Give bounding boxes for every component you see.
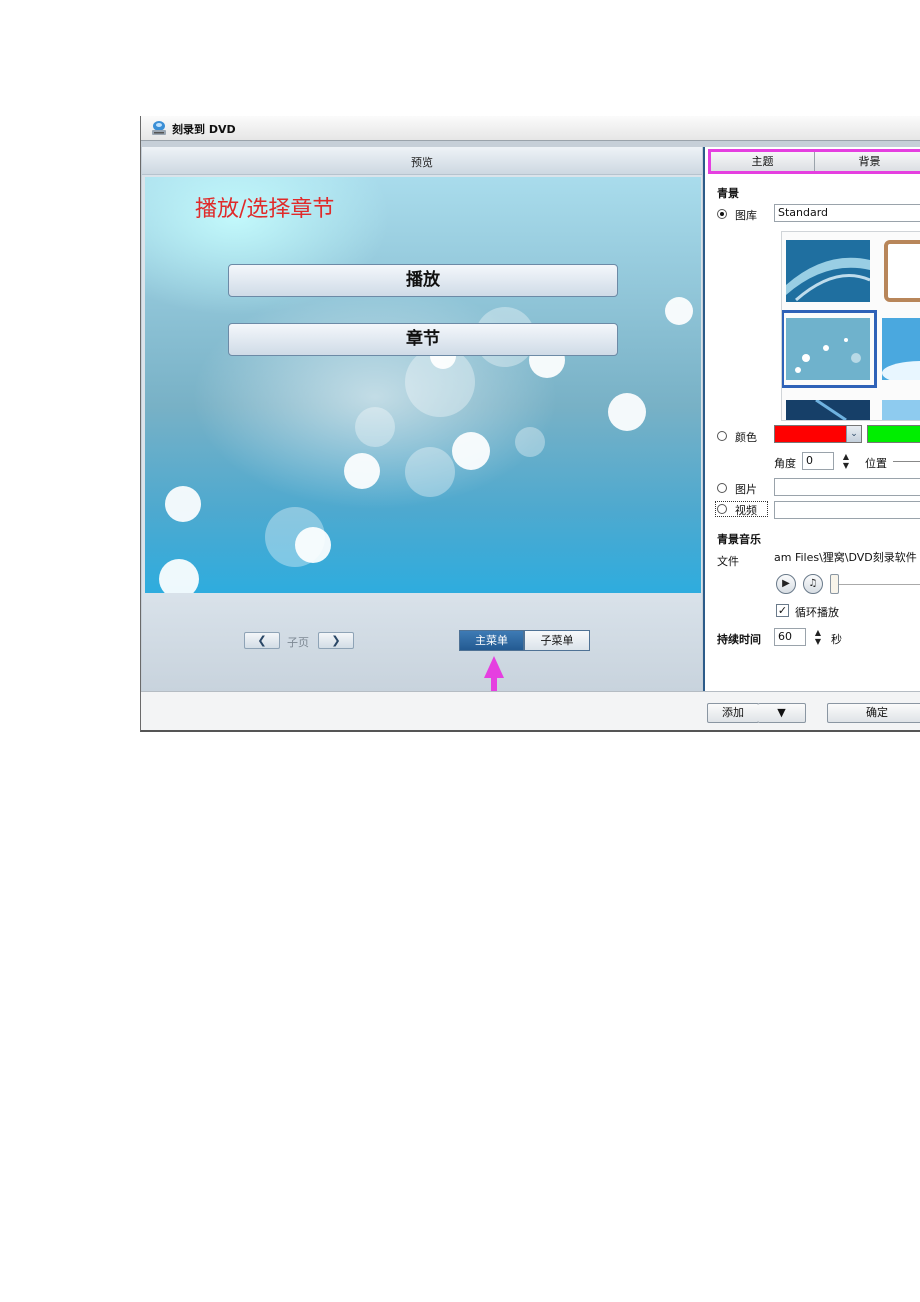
burner-icon <box>152 121 166 135</box>
tab-theme[interactable]: 主题 <box>711 152 814 171</box>
bokeh-decoration <box>295 527 331 563</box>
color-picker-2[interactable] <box>867 425 920 443</box>
settings-panel: 主题 背景 青景 图库 Standard 颜色 ⌄ 角度 0 ▲ ▼ 位置 图片… <box>703 147 920 691</box>
duration-label: 持续时间 <box>717 633 761 646</box>
subpage-label: 子页 <box>287 636 309 649</box>
position-label: 位置 <box>865 457 887 470</box>
bokeh-decoration <box>355 407 395 447</box>
image-path-input[interactable] <box>774 478 920 496</box>
play-music-button[interactable]: ▶ <box>776 574 796 594</box>
bokeh-decoration <box>344 453 380 489</box>
loop-label: 循环播放 <box>795 606 839 619</box>
library-radio[interactable] <box>717 209 727 219</box>
main-menu-tab[interactable]: 主菜单 <box>459 630 524 651</box>
bokeh-decoration <box>515 427 545 457</box>
background-thumbnail-gallery[interactable] <box>781 231 920 421</box>
thumbnail-frame[interactable] <box>882 240 920 302</box>
bokeh-decoration <box>452 432 490 470</box>
bottom-action-bar: 添加 ▼ 确定 <box>141 691 920 730</box>
volume-slider-track[interactable] <box>839 584 920 585</box>
thumbnail-feather-blue[interactable] <box>786 240 870 302</box>
music-note-icon: ♫ <box>808 578 818 589</box>
duration-input[interactable]: 60 <box>774 628 806 646</box>
volume-slider-handle[interactable] <box>830 574 839 594</box>
library-label: 图库 <box>735 209 757 222</box>
music-file-path[interactable]: am Files\狸窝\DVD刻录软件 <box>774 550 920 568</box>
angle-label: 角度 <box>774 457 796 470</box>
music-section-heading: 青景音乐 <box>717 533 761 546</box>
next-page-button[interactable]: ❯ <box>318 632 354 649</box>
file-label: 文件 <box>717 555 739 568</box>
selected-thumbnail-border <box>782 310 877 388</box>
library-select[interactable]: Standard <box>774 204 920 222</box>
video-radio[interactable] <box>717 504 727 514</box>
color-radio[interactable] <box>717 431 727 441</box>
menu-preview-canvas: 播放/选择章节 播放 章节 <box>145 177 701 593</box>
color-picker-1[interactable]: ⌄ <box>774 425 862 443</box>
thumbnail-light-blue[interactable] <box>882 400 920 421</box>
image-radio[interactable] <box>717 483 727 493</box>
thumbnail-dark-blue[interactable] <box>786 400 870 421</box>
chevron-right-icon: ❯ <box>331 634 341 647</box>
angle-input[interactable]: 0 <box>802 452 834 470</box>
add-button[interactable]: 添加 <box>707 703 759 723</box>
ok-button[interactable]: 确定 <box>827 703 920 723</box>
position-slider[interactable] <box>893 461 920 462</box>
angle-spinner[interactable]: ▲ ▼ <box>839 452 853 470</box>
duration-spinner[interactable]: ▲ ▼ <box>811 628 825 646</box>
title-bar: 刻录到 DVD <box>141 116 920 141</box>
play-icon: ▶ <box>782 578 790 589</box>
bokeh-decoration <box>405 447 455 497</box>
add-dropdown-button[interactable]: ▼ <box>758 703 806 723</box>
chapters-button[interactable]: 章节 <box>228 323 618 356</box>
chevron-left-icon: ❮ <box>257 634 267 647</box>
preview-header: 预览 <box>142 147 702 175</box>
video-path-input[interactable] <box>774 501 920 519</box>
window-title: 刻录到 DVD <box>172 123 236 136</box>
menu-title-text: 播放/选择章节 <box>195 197 335 222</box>
bokeh-decoration <box>608 393 646 431</box>
settings-tabs: 主题 背景 <box>708 149 920 174</box>
tab-background[interactable]: 背景 <box>814 152 920 171</box>
bokeh-decoration <box>165 486 201 522</box>
sub-menu-tab[interactable]: 子菜单 <box>524 630 590 651</box>
image-label: 图片 <box>735 483 757 496</box>
video-label: 视频 <box>735 504 757 517</box>
color-label: 颜色 <box>735 431 757 444</box>
preview-header-label: 预览 <box>411 156 433 169</box>
background-section-heading: 青景 <box>717 187 739 200</box>
duration-unit: 秒 <box>831 633 842 646</box>
bokeh-decoration <box>665 297 693 325</box>
play-button[interactable]: 播放 <box>228 264 618 297</box>
preview-panel: 预览 播放/选择章节 播放 章节 ❮ 子页 ❯ 主菜单 子菜单 <box>142 147 702 718</box>
bokeh-decoration <box>159 559 199 593</box>
prev-page-button[interactable]: ❮ <box>244 632 280 649</box>
loop-checkbox[interactable]: ✓ <box>776 604 789 617</box>
preview-footer: ❮ 子页 ❯ 主菜单 子菜单 <box>142 593 702 718</box>
caret-down-icon: ▼ <box>777 706 786 719</box>
dvd-burner-window: 刻录到 DVD 预览 播放/选择章节 播放 章节 ❮ 子页 ❯ 主菜单 子菜单 … <box>140 116 920 732</box>
chevron-down-icon: ⌄ <box>846 426 861 442</box>
thumbnail-sky[interactable] <box>882 318 920 380</box>
music-note-button[interactable]: ♫ <box>803 574 823 594</box>
